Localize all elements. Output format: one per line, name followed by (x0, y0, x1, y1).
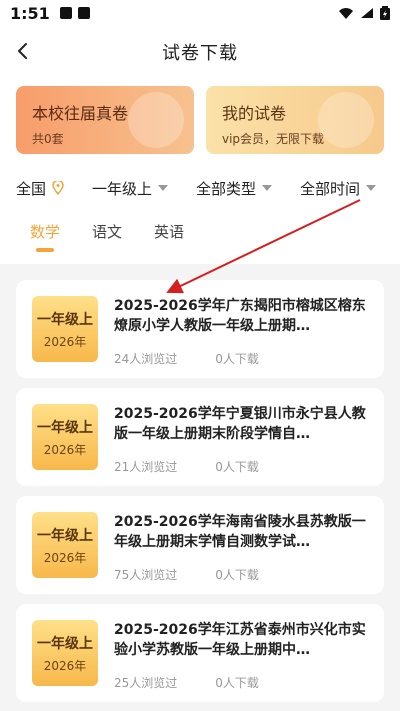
view-count: 21人浏览过 (114, 460, 178, 474)
past-exams-card[interactable]: 本校往届真卷 共0套 (16, 86, 194, 154)
exam-title: 2025-2026学年江苏省泰州市兴化市实验小学苏教版一年级上册期中… (114, 622, 366, 658)
coin-decoration-icon (128, 92, 184, 148)
view-count: 75人浏览过 (114, 568, 178, 582)
exam-thumbnail: 一年级上 2026年 (32, 620, 98, 686)
filter-bar: 全国 一年级上 全部类型 全部时间 (0, 168, 400, 208)
region-filter[interactable]: 全国 (16, 178, 64, 199)
thumbnail-year: 2026年 (43, 442, 87, 457)
exam-thumbnail: 一年级上 2026年 (32, 296, 98, 362)
battery-icon (380, 6, 390, 20)
status-notifications (59, 7, 90, 19)
chevron-down-icon (262, 185, 273, 191)
exam-thumbnail: 一年级上 2026年 (32, 512, 98, 578)
view-count: 24人浏览过 (114, 352, 178, 366)
exam-thumbnail: 一年级上 2026年 (32, 404, 98, 470)
thumbnail-grade: 一年级上 (37, 527, 93, 544)
page-title: 试卷下载 (162, 43, 238, 64)
time-filter[interactable]: 全部时间 (300, 178, 377, 199)
exam-title: 2025-2026学年宁夏银川市永宁县人教版一年级上册期末阶段学情自… (114, 406, 366, 442)
signal-icon (361, 8, 373, 18)
app-notification-icon (77, 7, 90, 19)
coin-decoration-icon (318, 92, 374, 148)
top-app-bar: 试卷下载 (0, 26, 400, 78)
chevron-down-icon (366, 185, 377, 191)
region-filter-label: 全国 (16, 179, 47, 198)
type-filter-label: 全部类型 (196, 179, 257, 198)
chevron-left-icon (18, 43, 27, 59)
chevron-down-icon (158, 185, 169, 191)
promo-section: 本校往届真卷 共0套 我的试卷 vip会员，无限下载 (0, 78, 400, 168)
grade-filter[interactable]: 一年级上 (92, 178, 169, 199)
exam-stats: 75人浏览过 0人下载 (114, 566, 259, 583)
status-bar: 1:51 (0, 0, 400, 26)
thumbnail-grade: 一年级上 (37, 635, 93, 652)
exam-title: 2025-2026学年广东揭阳市榕城区榕东燎原小学人教版一年级上册期… (114, 298, 366, 334)
thumbnail-year: 2026年 (43, 550, 87, 565)
download-count: 0人下载 (215, 352, 259, 366)
tab-chinese[interactable]: 语文 (92, 221, 122, 252)
location-pin-icon (52, 181, 64, 195)
exam-card[interactable]: 一年级上 2026年 2025-2026学年宁夏银川市永宁县人教版一年级上册期末… (16, 388, 384, 486)
status-system-icons (338, 6, 390, 20)
grade-filter-label: 一年级上 (92, 179, 153, 198)
exam-stats: 21人浏览过 0人下载 (114, 458, 259, 475)
thumbnail-grade: 一年级上 (37, 311, 93, 328)
wifi-icon (339, 8, 353, 19)
back-button[interactable] (10, 36, 36, 66)
image-notification-icon (59, 7, 72, 19)
tab-math[interactable]: 数学 (30, 221, 60, 252)
my-exams-card[interactable]: 我的试卷 vip会员，无限下载 (206, 86, 384, 154)
download-count: 0人下载 (215, 460, 259, 474)
exam-card[interactable]: 一年级上 2026年 2025-2026学年海南省陵水县苏教版一年级上册期末学情… (16, 496, 384, 594)
subject-tabs: 数学 语文 英语 (0, 208, 400, 264)
exam-stats: 25人浏览过 0人下载 (114, 674, 259, 691)
tab-english[interactable]: 英语 (154, 221, 184, 252)
time-filter-label: 全部时间 (300, 179, 361, 198)
download-count: 0人下载 (215, 676, 259, 690)
thumbnail-year: 2026年 (43, 334, 87, 349)
exam-card[interactable]: 一年级上 2026年 2025-2026学年广东揭阳市榕城区榕东燎原小学人教版一… (16, 280, 384, 378)
thumbnail-grade: 一年级上 (37, 419, 93, 436)
exam-card[interactable]: 一年级上 2026年 2025-2026学年江苏省泰州市兴化市实验小学苏教版一年… (16, 604, 384, 702)
exam-title: 2025-2026学年海南省陵水县苏教版一年级上册期末学情自测数学试… (114, 514, 366, 550)
view-count: 25人浏览过 (114, 676, 178, 690)
type-filter[interactable]: 全部类型 (196, 178, 273, 199)
exam-stats: 24人浏览过 0人下载 (114, 350, 259, 367)
status-time: 1:51 (10, 3, 50, 23)
thumbnail-year: 2026年 (43, 658, 87, 673)
download-count: 0人下载 (215, 568, 259, 582)
